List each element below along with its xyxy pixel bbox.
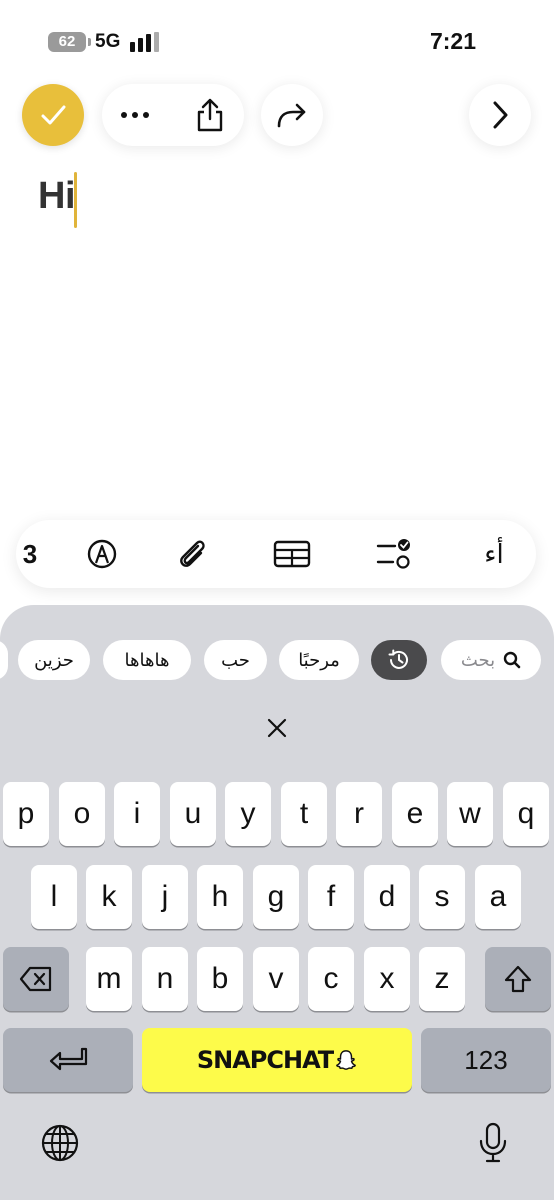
done-button[interactable] [22, 84, 84, 146]
checkmark-icon [41, 105, 66, 125]
globe-icon [41, 1124, 79, 1162]
battery-indicator: 62 [48, 32, 86, 52]
suggestion-chip[interactable]: مرحبًا [279, 640, 359, 680]
attachment-icon [180, 540, 205, 567]
key[interactable]: y [225, 782, 271, 846]
space-key[interactable]: SNAPCHAT [142, 1028, 412, 1092]
checklist-button[interactable] [374, 534, 414, 574]
more-button[interactable] [118, 98, 152, 132]
numbers-label: 123 [464, 1044, 508, 1075]
suggestion-chip[interactable]: حزين [18, 640, 90, 680]
space-label: SNAPCHAT [196, 1046, 334, 1074]
return-icon [49, 1047, 88, 1071]
markup-button[interactable] [84, 534, 120, 574]
redo-button[interactable] [261, 84, 323, 146]
attachment-button[interactable] [174, 534, 210, 574]
microphone-icon [479, 1122, 507, 1163]
key[interactable]: q [503, 782, 549, 846]
suggestion-chip[interactable]: هاهاها [103, 640, 191, 680]
redo-icon [277, 103, 306, 128]
forward-button[interactable] [469, 84, 531, 146]
return-key[interactable] [3, 1028, 133, 1092]
text-caret [74, 172, 77, 228]
recent-button[interactable] [371, 640, 427, 680]
key[interactable]: x [364, 947, 410, 1011]
key[interactable]: u [170, 782, 216, 846]
key[interactable]: i [114, 782, 160, 846]
key[interactable]: b [197, 947, 243, 1011]
close-icon [267, 718, 287, 738]
key[interactable]: t [281, 782, 327, 846]
key[interactable]: e [392, 782, 438, 846]
note-body[interactable]: Hi [38, 175, 76, 218]
key[interactable]: w [447, 782, 493, 846]
key[interactable]: o [59, 782, 105, 846]
recent-icon [388, 649, 408, 669]
dismiss-button[interactable] [262, 713, 292, 743]
search-chip[interactable]: بحث [441, 640, 541, 680]
battery-cap [88, 38, 91, 46]
key[interactable]: l [31, 865, 77, 929]
markup-icon [87, 539, 117, 569]
key[interactable]: k [86, 865, 132, 929]
share-button[interactable] [192, 96, 228, 134]
chevron-right-icon [493, 101, 508, 129]
key[interactable]: g [253, 865, 299, 929]
key[interactable]: m [86, 947, 132, 1011]
key[interactable]: c [308, 947, 354, 1011]
actions-pill [102, 84, 244, 146]
table-icon [273, 540, 311, 568]
delete-icon [19, 966, 52, 992]
partial-icon[interactable]: 3 [20, 534, 40, 574]
numbers-key[interactable]: 123 [421, 1028, 551, 1092]
suggestion-edge [0, 640, 8, 680]
checklist-icon [376, 539, 410, 569]
keyboard: حزين هاهاها حب مرحبًا بحث p o i u y t r … [0, 605, 554, 1200]
key[interactable]: n [142, 947, 188, 1011]
ellipsis-icon [121, 112, 149, 118]
search-label: بحث [460, 649, 496, 670]
key[interactable]: r [336, 782, 382, 846]
table-button[interactable] [272, 534, 312, 574]
globe-button[interactable] [37, 1120, 83, 1166]
key[interactable]: s [419, 865, 465, 929]
search-icon [503, 651, 521, 669]
status-time: 7:21 [429, 28, 476, 54]
signal-icon [130, 32, 160, 52]
shift-icon [504, 965, 532, 993]
status-bar: 62 5G 7:21 [0, 0, 554, 80]
snapchat-ghost-icon [336, 1050, 357, 1070]
share-icon [197, 98, 223, 132]
suggestion-chip[interactable]: حب [204, 640, 267, 680]
key[interactable]: j [142, 865, 188, 929]
format-bar: 3 أء [16, 520, 536, 588]
text-format-button[interactable]: أء [474, 534, 514, 574]
delete-key[interactable] [3, 947, 69, 1011]
key[interactable]: p [3, 782, 49, 846]
key[interactable]: a [475, 865, 521, 929]
network-label: 5G [95, 31, 121, 52]
dictation-button[interactable] [470, 1120, 516, 1166]
key[interactable]: v [253, 947, 299, 1011]
key[interactable]: h [197, 865, 243, 929]
key[interactable]: f [308, 865, 354, 929]
key[interactable]: d [364, 865, 410, 929]
key[interactable]: z [419, 947, 465, 1011]
shift-key[interactable] [485, 947, 551, 1011]
